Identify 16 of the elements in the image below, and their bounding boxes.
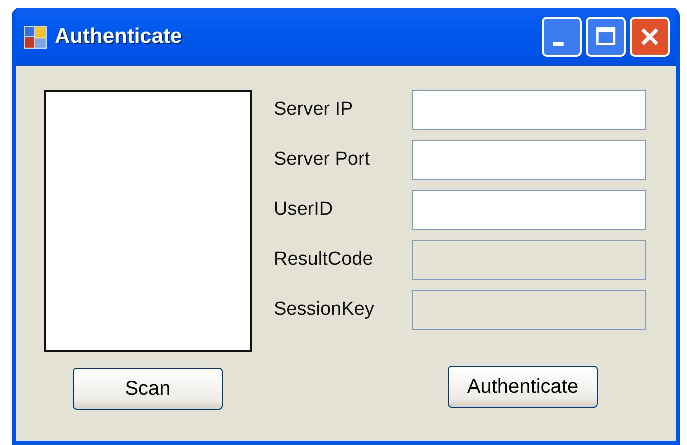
minimize-icon: [552, 42, 564, 46]
field-label: UserID: [274, 199, 334, 221]
window-title: Authenticate: [55, 25, 182, 49]
input-field[interactable]: [412, 90, 646, 130]
input-field[interactable]: [412, 140, 646, 180]
authenticate-button[interactable]: Authenticate: [448, 366, 598, 408]
field-label: Server Port: [274, 149, 372, 171]
field-label: Server IP: [274, 99, 354, 121]
scan-button[interactable]: Scan: [73, 368, 223, 410]
input-field[interactable]: [412, 190, 646, 230]
minimize-button[interactable]: [542, 17, 582, 57]
close-button[interactable]: [630, 17, 670, 57]
field-label: ResultCode: [274, 249, 374, 271]
app-icon: [24, 26, 47, 48]
field-label: SessionKey: [274, 299, 376, 321]
maximize-button[interactable]: [586, 17, 626, 57]
